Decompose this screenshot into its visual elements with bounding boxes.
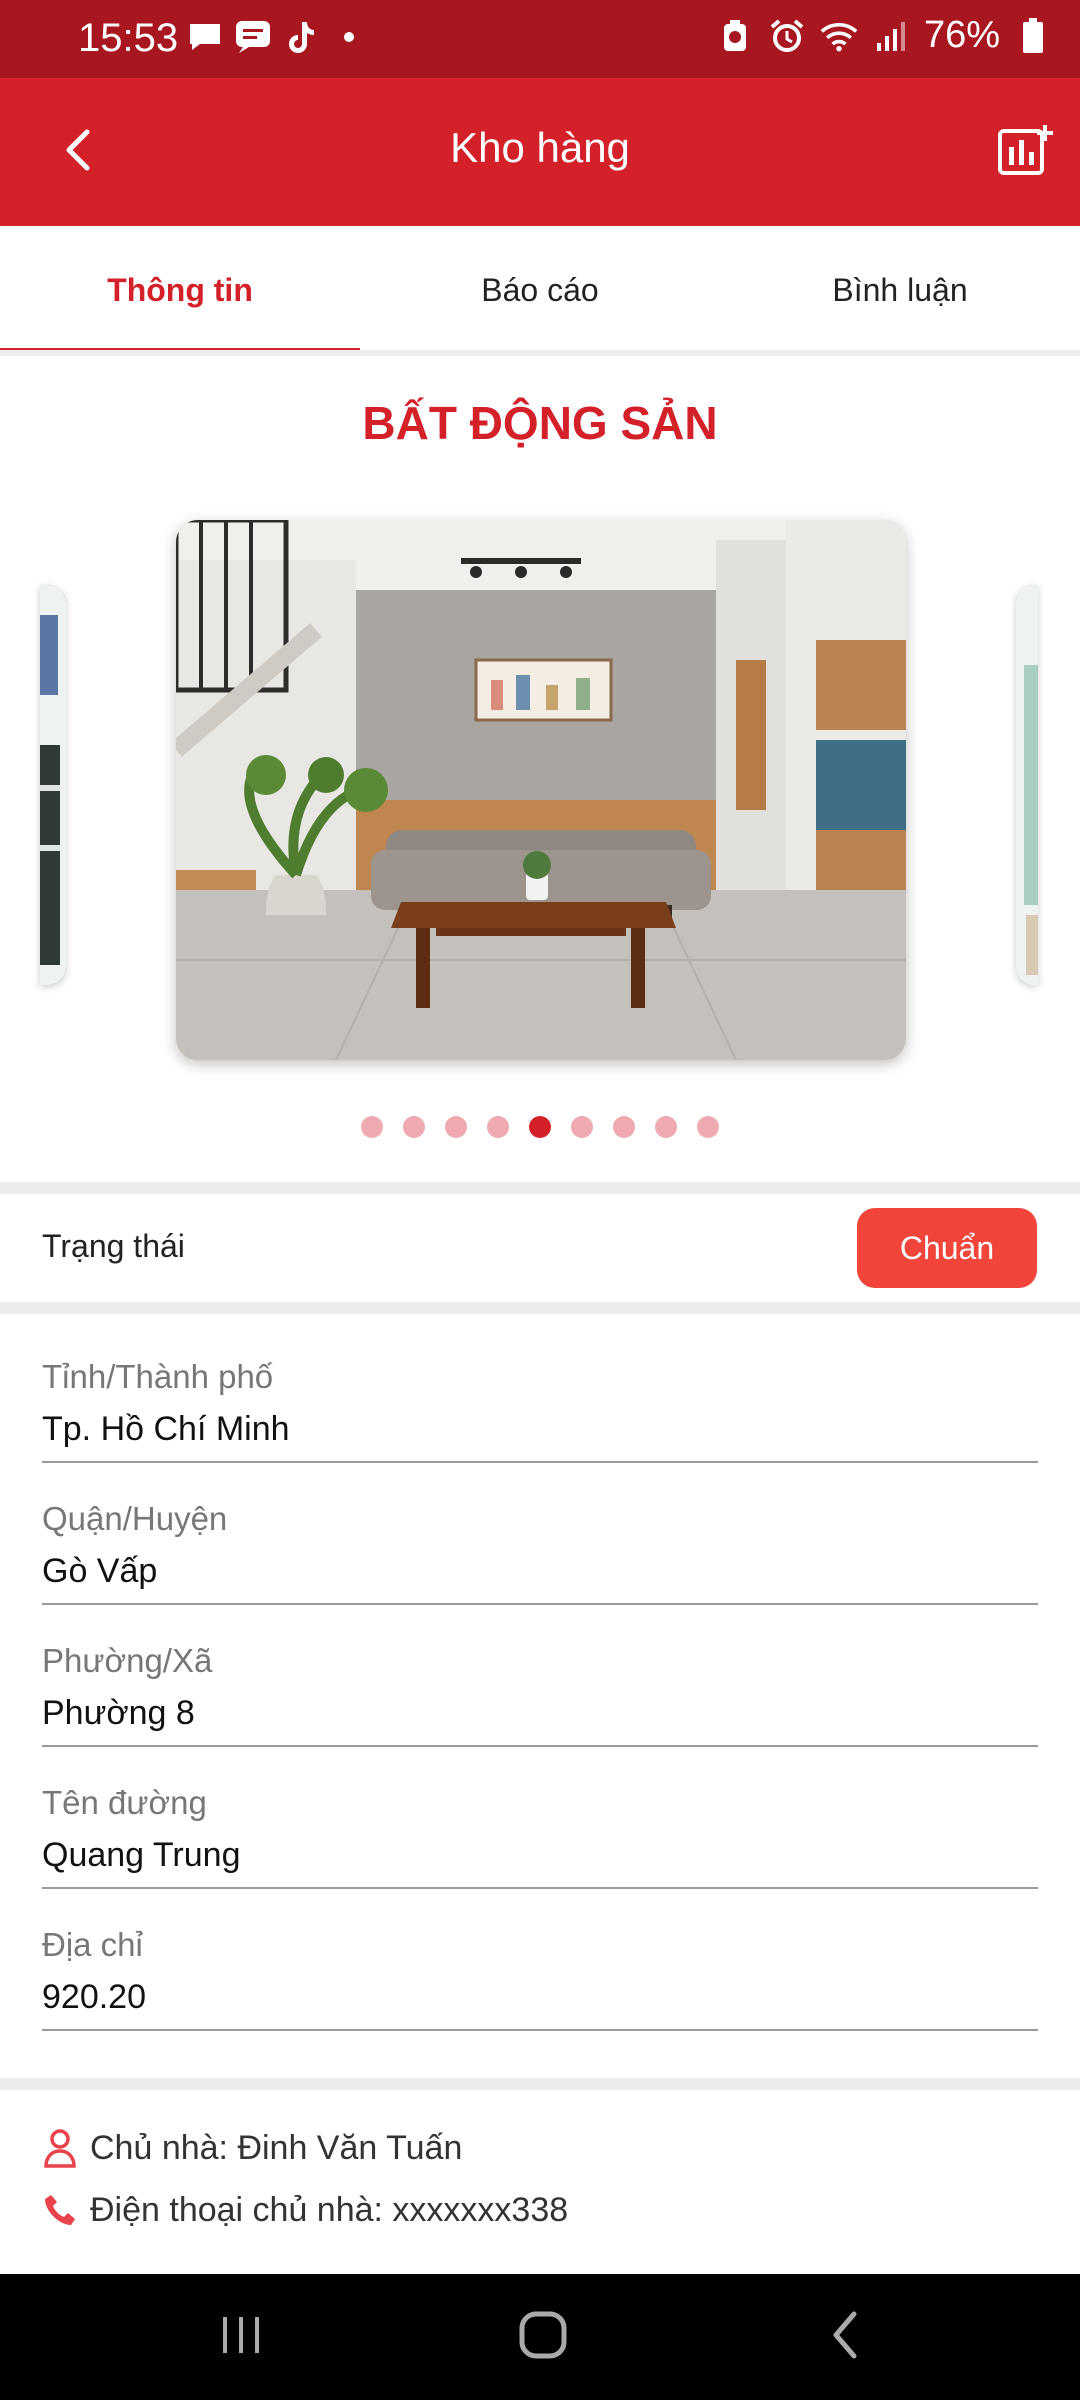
tabs-divider xyxy=(0,350,1080,356)
province-field[interactable]: Tỉnh/Thành phố Tp. Hồ Chí Minh xyxy=(42,1358,1038,1463)
section-divider xyxy=(0,1302,1080,1314)
status-time: 15:53 xyxy=(78,16,179,60)
section-title: BẤT ĐỘNG SẢN xyxy=(362,397,718,449)
section-divider xyxy=(0,1182,1080,1194)
signal-icon xyxy=(872,17,910,55)
tiktok-icon xyxy=(282,18,320,56)
message-icon xyxy=(234,18,272,56)
district-label: Quận/Huyện xyxy=(42,1500,228,1537)
province-label: Tỉnh/Thành phố xyxy=(42,1358,274,1395)
status-row: Trạng thái Chuẩn xyxy=(0,1196,1080,1300)
app-bar: Kho hàng xyxy=(0,78,1080,226)
home-button[interactable] xyxy=(508,2304,578,2370)
section-divider xyxy=(0,2078,1080,2090)
status-bar: 15:53 76% xyxy=(0,0,1080,78)
tab-bar: Thông tin Báo cáo Bình luận xyxy=(0,226,1080,354)
province-value[interactable]: Tp. Hồ Chí Minh xyxy=(42,1410,1038,1463)
owner-name-row: Chủ nhà: Đinh Văn Tuấn xyxy=(40,2128,462,2168)
tab-thong-tin[interactable]: Thông tin xyxy=(0,226,360,354)
living-room-photo[interactable] xyxy=(176,520,906,1060)
carousel-dot[interactable] xyxy=(655,1116,677,1138)
ward-value[interactable]: Phường 8 xyxy=(42,1694,1038,1747)
ward-field[interactable]: Phường/Xã Phường 8 xyxy=(42,1642,1038,1747)
street-field[interactable]: Tên đường Quang Trung xyxy=(42,1784,1038,1889)
battery-icon xyxy=(1014,17,1052,55)
address-value[interactable]: 920.20 xyxy=(42,1978,1038,2031)
battery-percent: 76% xyxy=(923,14,1000,56)
system-icons: 76% xyxy=(716,14,1052,57)
carousel-dot[interactable] xyxy=(403,1116,425,1138)
carousel-indicator xyxy=(0,1116,1080,1138)
add-report-button[interactable] xyxy=(994,120,1058,184)
address-label: Địa chỉ xyxy=(42,1926,143,1963)
carousel-dot[interactable] xyxy=(445,1116,467,1138)
recent-apps-button[interactable] xyxy=(206,2304,276,2370)
previous-slide-image[interactable] xyxy=(40,585,66,985)
carousel-dot[interactable] xyxy=(529,1116,551,1138)
wifi-icon xyxy=(820,17,858,55)
image-carousel[interactable] xyxy=(0,510,1080,1070)
add-chart-icon xyxy=(997,123,1055,182)
ward-label: Phường/Xã xyxy=(42,1642,213,1679)
carousel-dot[interactable] xyxy=(487,1116,509,1138)
street-label: Tên đường xyxy=(42,1784,207,1821)
carousel-dot[interactable] xyxy=(697,1116,719,1138)
alarm-icon xyxy=(768,17,806,55)
address-field[interactable]: Địa chỉ 920.20 xyxy=(42,1926,1038,2031)
page-title: Kho hàng xyxy=(450,124,630,171)
dot-icon xyxy=(330,18,368,56)
street-value[interactable]: Quang Trung xyxy=(42,1836,1038,1889)
back-icon xyxy=(828,2310,862,2365)
owner-name: Chủ nhà: Đinh Văn Tuấn xyxy=(90,2128,463,2167)
next-slide-image[interactable] xyxy=(1016,585,1038,985)
battery-saver-icon xyxy=(716,17,754,55)
phone-icon xyxy=(40,2190,80,2230)
carousel-dot[interactable] xyxy=(361,1116,383,1138)
recent-apps-icon xyxy=(219,2313,263,2362)
district-field[interactable]: Quận/Huyện Gò Vấp xyxy=(42,1500,1038,1605)
status-badge[interactable]: Chuẩn xyxy=(857,1208,1037,1288)
tab-bao-cao[interactable]: Báo cáo xyxy=(360,226,720,354)
home-icon xyxy=(518,2310,568,2365)
district-value[interactable]: Gò Vấp xyxy=(42,1552,1038,1605)
nav-back-button[interactable] xyxy=(810,2304,880,2370)
carousel-dot[interactable] xyxy=(613,1116,635,1138)
notification-icons xyxy=(186,18,368,56)
system-nav-bar xyxy=(0,2274,1080,2400)
chat-bubble-icon xyxy=(186,18,224,56)
owner-phone-row[interactable]: Điện thoại chủ nhà: xxxxxxx338 xyxy=(40,2190,568,2230)
carousel-dot[interactable] xyxy=(571,1116,593,1138)
status-label: Trạng thái xyxy=(42,1228,185,1264)
owner-phone[interactable]: Điện thoại chủ nhà: xxxxxxx338 xyxy=(90,2191,568,2230)
person-icon xyxy=(40,2128,80,2168)
tab-binh-luan[interactable]: Bình luận xyxy=(720,226,1080,354)
